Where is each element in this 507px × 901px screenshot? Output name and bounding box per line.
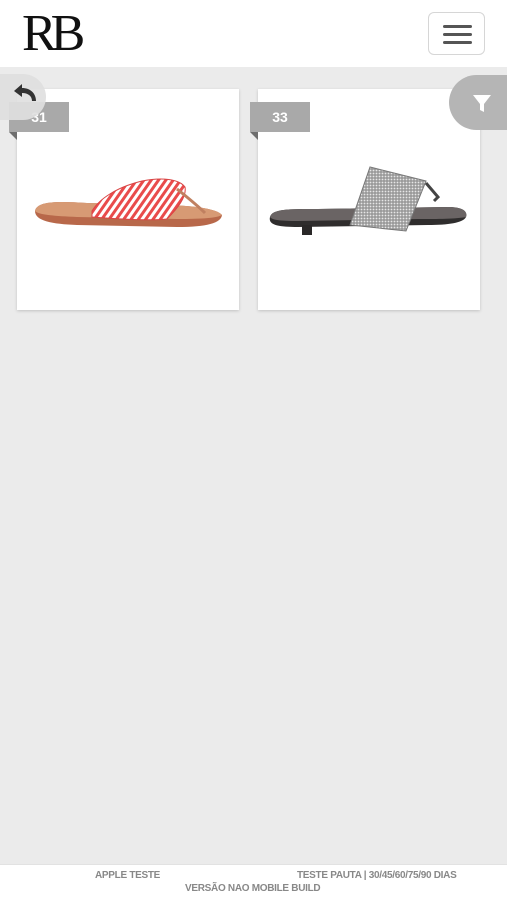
filter-button[interactable] bbox=[449, 75, 507, 130]
footer-version: VERSÃO NAO MOBILE BUILD bbox=[185, 883, 321, 894]
product-card[interactable]: 31 bbox=[9, 89, 239, 310]
app-header: RB bbox=[0, 0, 507, 67]
app-footer: APPLE TESTE TESTE PAUTA | 30/45/60/75/90… bbox=[0, 864, 507, 901]
product-badge: 33 bbox=[250, 102, 310, 132]
undo-arrow-icon bbox=[14, 84, 36, 101]
hamburger-line bbox=[443, 33, 472, 36]
footer-store-name: APPLE TESTE bbox=[95, 870, 161, 881]
funnel-filter-icon bbox=[473, 95, 491, 112]
badge-fold bbox=[250, 132, 258, 140]
product-card[interactable]: 33 bbox=[250, 89, 480, 310]
hamburger-line bbox=[443, 25, 472, 28]
menu-button[interactable] bbox=[428, 12, 485, 55]
brand-logo[interactable]: RB bbox=[22, 4, 85, 64]
badge-fold bbox=[9, 132, 17, 140]
red-white-striped-flip-flop-sandal bbox=[35, 178, 222, 227]
silver-glitter-band-flat-sandal bbox=[269, 166, 467, 235]
hamburger-line bbox=[443, 41, 472, 44]
footer-terms: TESTE PAUTA | 30/45/60/75/90 DIAS bbox=[297, 870, 457, 881]
back-button[interactable] bbox=[0, 74, 46, 120]
